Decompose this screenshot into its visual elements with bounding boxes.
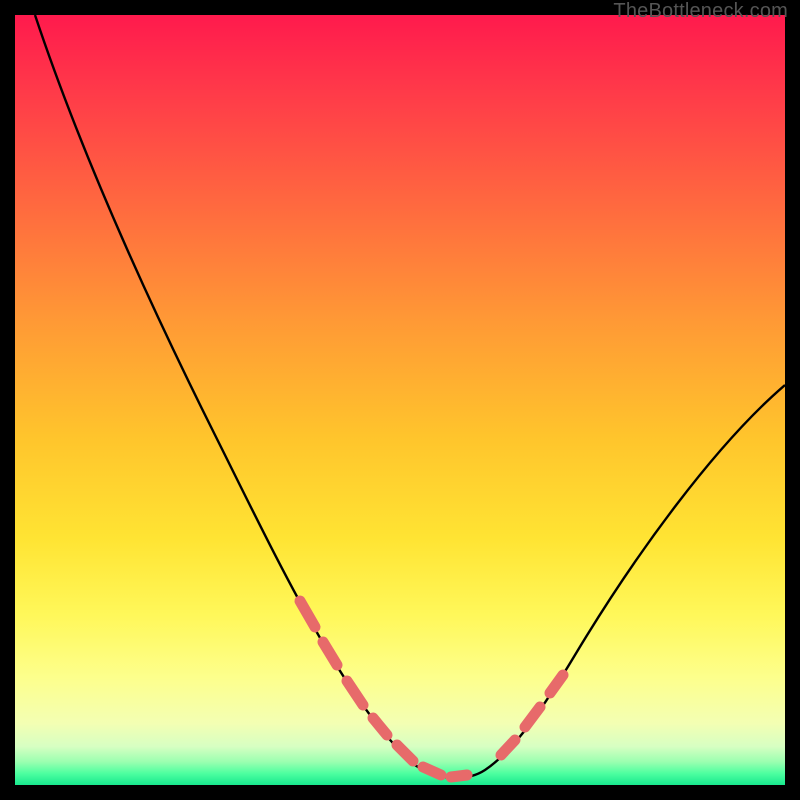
bottleneck-curve [15, 15, 785, 785]
watermark-text: TheBottleneck.com [613, 0, 788, 23]
highlight-left [300, 601, 467, 777]
chart-frame: TheBottleneck.com [0, 0, 800, 800]
chart-plot-area [15, 15, 785, 785]
curve-path [35, 15, 785, 778]
highlight-right [501, 675, 563, 755]
